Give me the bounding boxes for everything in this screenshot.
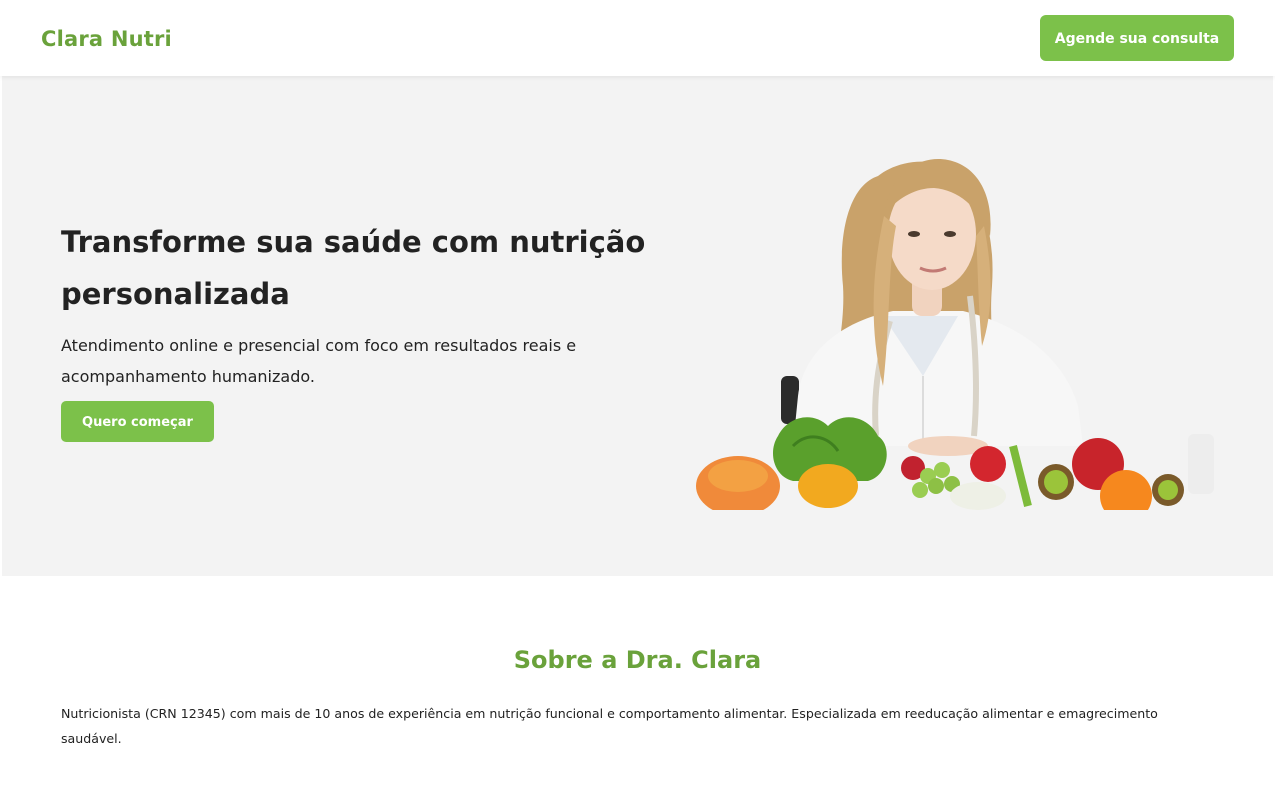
hero-title: Transforme sua saúde com nutrição person… [61, 225, 646, 311]
get-started-button[interactable]: Quero começar [61, 401, 214, 442]
hero-section: Transforme sua saúde com nutrição person… [2, 76, 1273, 576]
brand-logo[interactable]: Clara Nutri [41, 25, 172, 53]
site-header: Clara Nutri Agende sua consulta [0, 0, 1275, 76]
hero-subtitle: Atendimento online e presencial com foco… [61, 336, 577, 386]
about-text: Nutricionista (CRN 12345) com mais de 10… [61, 706, 1158, 746]
book-appointment-button[interactable]: Agende sua consulta [1040, 15, 1234, 61]
nutritionist-photo [696, 159, 1214, 510]
about-title: Sobre a Dra. Clara [513, 646, 762, 674]
